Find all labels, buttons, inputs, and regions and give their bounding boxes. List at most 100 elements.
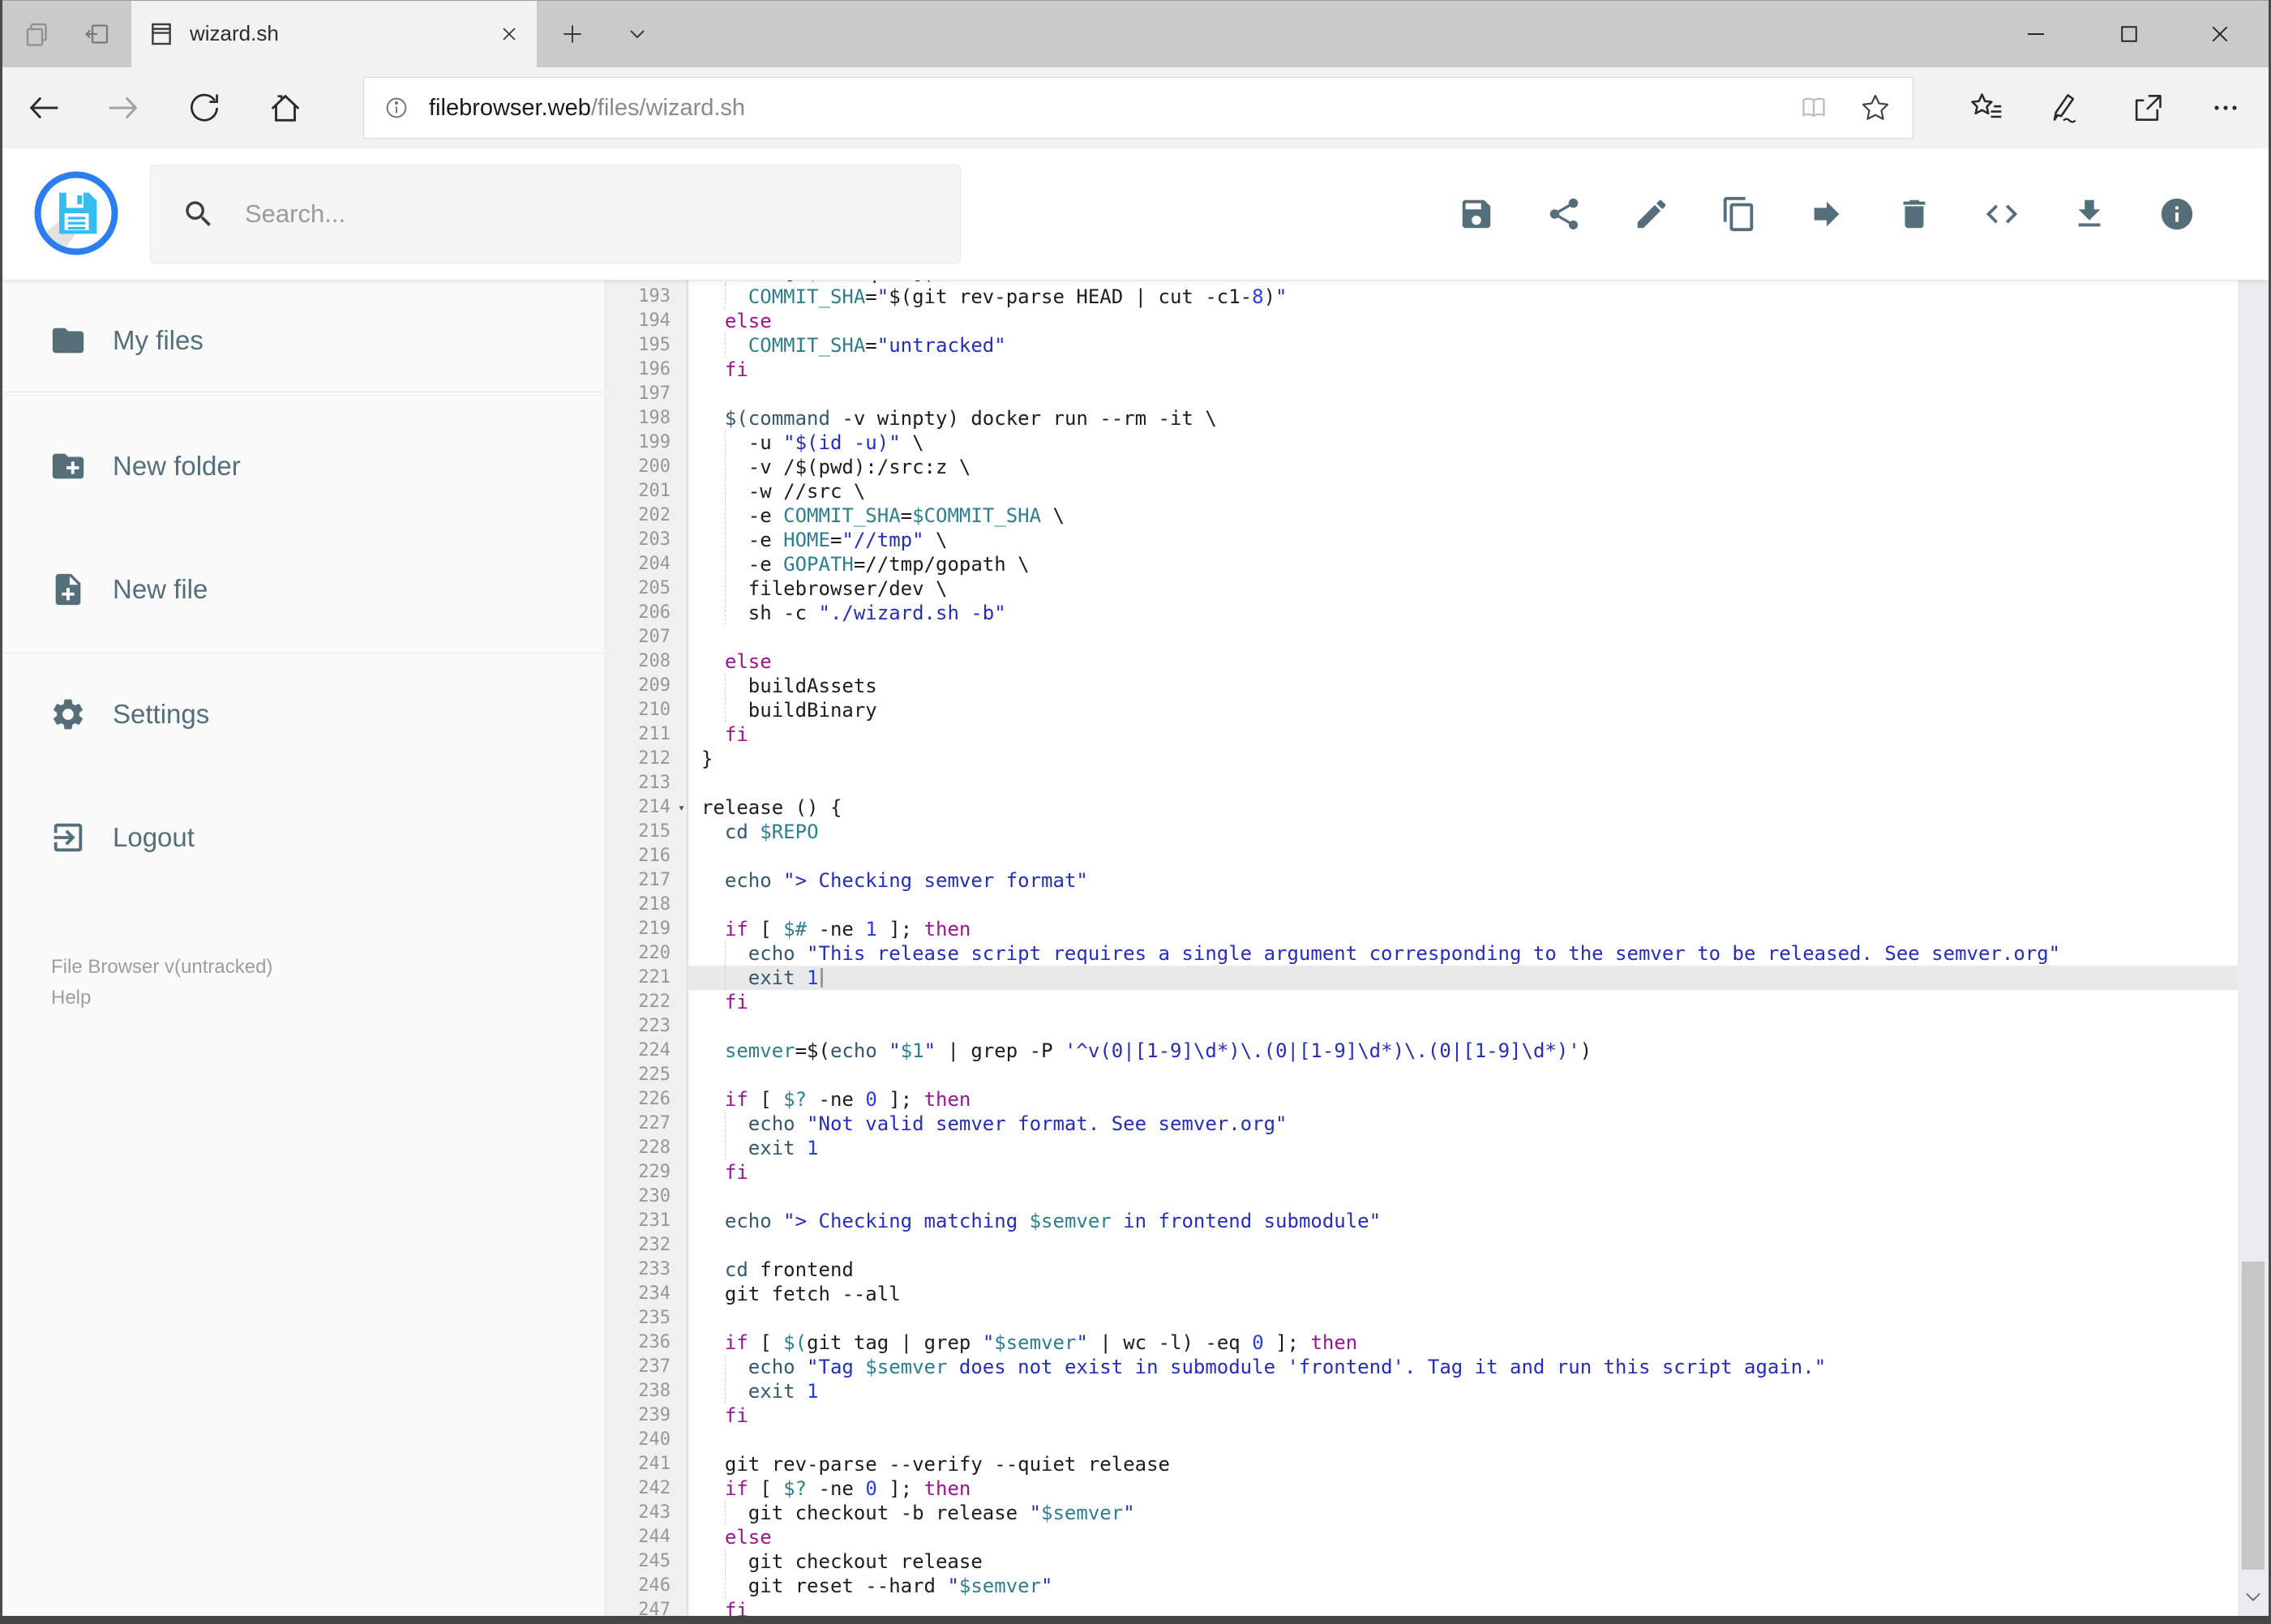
tab-close-icon[interactable]	[498, 23, 521, 45]
code-text[interactable]	[688, 844, 2238, 868]
code-line[interactable]: 206 sh -c "./wizard.sh -b"	[604, 601, 2238, 625]
code-text[interactable]: echo "> Checking matching $semver in fro…	[688, 1209, 2238, 1233]
code-text[interactable]: if [ $? -ne 0 ]; then	[688, 1087, 2238, 1112]
code-line[interactable]: 201 -w //src \	[604, 479, 2238, 503]
code-text[interactable]: git rev-parse --verify --quiet release	[688, 1452, 2238, 1476]
favorite-star-icon[interactable]	[1859, 92, 1892, 124]
code-text[interactable]: fi	[688, 1160, 2238, 1185]
code-text[interactable]: -e COMMIT_SHA=$COMMIT_SHA \	[688, 503, 2238, 528]
code-text[interactable]: exit 1	[688, 966, 2238, 990]
code-line[interactable]: 217 echo "> Checking semver format"	[604, 868, 2238, 893]
code-line[interactable]: 213	[604, 771, 2238, 795]
code-text[interactable]	[688, 1185, 2238, 1209]
code-text[interactable]: echo "Not valid semver format. See semve…	[688, 1112, 2238, 1136]
info-button[interactable]	[2158, 195, 2196, 233]
code-text[interactable]: -v /$(pwd):/src:z \	[688, 455, 2238, 479]
code-text[interactable]: }	[688, 747, 2238, 771]
code-text[interactable]: else	[688, 309, 2238, 333]
code-line[interactable]: 240	[604, 1428, 2238, 1452]
code-line[interactable]: 230	[604, 1185, 2238, 1209]
code-line[interactable]: 215 cd $REPO	[604, 820, 2238, 844]
code-text[interactable]: COMMIT_SHA="untracked"	[688, 333, 2238, 358]
share-button[interactable]	[1545, 195, 1583, 233]
code-text[interactable]: else	[688, 1525, 2238, 1549]
site-info-icon[interactable]	[364, 94, 429, 122]
code-text[interactable]: if [ $(git tag | grep "$semver" | wc -l)…	[688, 1330, 2238, 1355]
scrollbar-thumb[interactable]	[2242, 1262, 2265, 1570]
code-line[interactable]: 209 buildAssets	[604, 674, 2238, 698]
code-text[interactable]	[688, 1063, 2238, 1087]
set-tabs-aside-icon[interactable]	[75, 0, 120, 67]
sidebar-item-new-file[interactable]: New file	[2, 558, 604, 621]
code-text[interactable]: exit 1	[688, 1136, 2238, 1160]
code-line[interactable]: 242 if [ $? -ne 0 ]; then	[604, 1476, 2238, 1501]
code-text[interactable]: cd $REPO	[688, 820, 2238, 844]
code-text[interactable]	[688, 1428, 2238, 1452]
code-line[interactable]: 234 git fetch --all	[604, 1282, 2238, 1306]
code-line[interactable]: 220 echo "This release script requires a…	[604, 941, 2238, 966]
code-text[interactable]: buildBinary	[688, 698, 2238, 722]
code-line[interactable]: 246 git reset --hard "$semver"	[604, 1574, 2238, 1598]
code-line[interactable]: 236 if [ $(git tag | grep "$semver" | wc…	[604, 1330, 2238, 1355]
code-text[interactable]: sh -c "./wizard.sh -b"	[688, 601, 2238, 625]
code-line[interactable]: 224 semver=$(echo "$1" | grep -P '^v(0|[…	[604, 1039, 2238, 1063]
code-line[interactable]: 207	[604, 625, 2238, 649]
code-text[interactable]: buildAssets	[688, 674, 2238, 698]
code-line[interactable]: 241 git rev-parse --verify --quiet relea…	[604, 1452, 2238, 1476]
code-text[interactable]: fi	[688, 990, 2238, 1014]
code-text[interactable]: if [ $# -ne 1 ]; then	[688, 917, 2238, 941]
code-line[interactable]: 219 if [ $# -ne 1 ]; then	[604, 917, 2238, 941]
code-text[interactable]: -e GOPATH=//tmp/gopath \	[688, 552, 2238, 576]
code-text[interactable]: else	[688, 649, 2238, 674]
home-icon[interactable]	[253, 67, 318, 148]
sidebar-item-my-files[interactable]: My files	[2, 309, 604, 372]
code-line[interactable]: 197	[604, 382, 2238, 406]
code-line[interactable]: 223	[604, 1014, 2238, 1039]
sidebar-item-settings[interactable]: Settings	[2, 683, 604, 746]
code-line[interactable]: 205 filebrowser/dev \	[604, 576, 2238, 601]
code-text[interactable]: $(command -v winpty) docker run --rm -it…	[688, 406, 2238, 431]
code-text[interactable]: semver=$(echo "$1" | grep -P '^v(0|[1-9]…	[688, 1039, 2238, 1063]
code-line[interactable]: 244 else	[604, 1525, 2238, 1549]
help-link[interactable]: Help	[51, 987, 91, 1009]
code-text[interactable]: fi	[688, 722, 2238, 747]
browser-tab[interactable]: wizard.sh	[131, 0, 537, 67]
copy-button[interactable]	[1720, 195, 1758, 233]
code-line[interactable]: 227 echo "Not valid semver format. See s…	[604, 1112, 2238, 1136]
code-line[interactable]: 232	[604, 1233, 2238, 1258]
code-text[interactable]: -e HOME="//tmp" \	[688, 528, 2238, 552]
code-line[interactable]: 229 fi	[604, 1160, 2238, 1185]
share-page-icon[interactable]	[2115, 67, 2179, 148]
code-line[interactable]: 194 else	[604, 309, 2238, 333]
code-line[interactable]: 204 -e GOPATH=//tmp/gopath \	[604, 552, 2238, 576]
sidebar-item-logout[interactable]: Logout	[2, 806, 604, 869]
window-maximize-button[interactable]	[2092, 0, 2166, 67]
favorites-hub-icon[interactable]	[1954, 67, 2019, 148]
code-text[interactable]: fi	[688, 358, 2238, 382]
url-bar[interactable]: filebrowser.web/files/wizard.sh	[363, 77, 1913, 139]
code-line[interactable]: 200 -v /$(pwd):/src:z \	[604, 455, 2238, 479]
code-line[interactable]: 214 ▾ release () {	[604, 795, 2238, 820]
search-input[interactable]	[243, 199, 895, 229]
settings-more-icon[interactable]	[2193, 67, 2258, 148]
code-line[interactable]: 226 if [ $? -ne 0 ]; then	[604, 1087, 2238, 1112]
code-text[interactable]	[688, 1233, 2238, 1258]
code-text[interactable]: fi	[688, 1598, 2238, 1618]
search-box[interactable]	[150, 165, 961, 264]
code-line[interactable]: 216	[604, 844, 2238, 868]
code-line[interactable]: 208 else	[604, 649, 2238, 674]
show-set-aside-tabs-icon[interactable]	[15, 0, 60, 67]
new-tab-button[interactable]	[550, 0, 595, 67]
code-line[interactable]: 243 git checkout -b release "$semver"	[604, 1501, 2238, 1525]
code-text[interactable]: echo "This release script requires a sin…	[688, 941, 2238, 966]
code-text[interactable]: git fetch --all	[688, 1282, 2238, 1306]
code-line[interactable]: 238 exit 1	[604, 1379, 2238, 1403]
code-text[interactable]: git reset --hard "$semver"	[688, 1574, 2238, 1598]
window-close-button[interactable]	[2183, 0, 2257, 67]
code-text[interactable]: git checkout release	[688, 1549, 2238, 1574]
raw-code-button[interactable]	[1983, 195, 2020, 233]
forward-icon[interactable]	[91, 67, 156, 148]
refresh-icon[interactable]	[172, 67, 237, 148]
code-line[interactable]: 199 -u "$(id -u)" \	[604, 431, 2238, 455]
code-line[interactable]: 247 fi	[604, 1598, 2238, 1618]
